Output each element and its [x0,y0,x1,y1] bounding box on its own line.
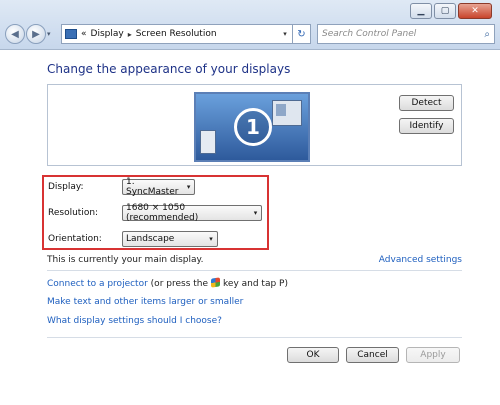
refresh-icon: ↻ [297,28,306,40]
search-icon[interactable]: ⌕ [484,29,490,40]
monitor-1-thumbnail[interactable]: 1 [194,92,310,162]
resolution-select-value: 1680 × 1050 (recommended) [126,203,199,223]
page-title: Change the appearance of your displays [47,62,291,76]
breadcrumb-screen-resolution[interactable]: Screen Resolution [136,29,217,39]
orientation-select-value: Landscape [126,234,175,244]
apply-button[interactable]: Apply [406,347,460,363]
control-panel-icon [65,29,77,39]
ok-button[interactable]: OK [287,347,339,363]
breadcrumb-separator-icon[interactable]: ▸ [128,30,132,39]
detect-button[interactable]: Detect [399,95,454,111]
forward-arrow-icon: ▶ [32,28,40,40]
window-thumbnail-icon [272,100,302,126]
back-button[interactable]: ◀ [5,24,25,44]
minimize-button[interactable]: ▁ [410,3,432,19]
gadget-thumbnail-icon [200,130,216,154]
identify-button[interactable]: Identify [399,118,454,134]
maximize-button[interactable]: ▢ [434,3,456,19]
close-button[interactable]: ✕ [458,3,492,19]
refresh-button[interactable]: ↻ [293,24,311,44]
advanced-settings-link[interactable]: Advanced settings [379,255,462,265]
maximize-icon: ▢ [440,6,450,16]
chevron-down-icon: ▾ [47,30,51,38]
search-box[interactable]: Search Control Panel ⌕ [317,24,495,44]
resolution-select[interactable]: 1680 × 1050 (recommended) ▾ [122,203,262,223]
projector-hint-text: (or press the [150,279,209,289]
main-display-note: This is currently your main display. [47,255,204,265]
minimize-icon: ▁ [417,6,425,16]
address-bar[interactable]: « Display ▸ Screen Resolution ▾ [61,24,293,44]
breadcrumb-display[interactable]: Display [91,29,124,39]
display-select[interactable]: 1. SyncMaster ▾ [122,177,195,197]
navigation-bar: ◀ ▶ ▾ « Display ▸ Screen Resolution ▾ ↻ … [5,23,495,45]
chevron-down-icon: ▾ [253,209,258,217]
resolution-label: Resolution: [48,208,99,218]
caption-buttons: ▁ ▢ ✕ [410,3,492,19]
cancel-button[interactable]: Cancel [346,347,399,363]
divider [47,337,462,338]
address-dropdown-icon[interactable]: ▾ [278,25,292,43]
divider [47,270,462,271]
back-arrow-icon: ◀ [11,28,19,40]
orientation-select[interactable]: Landscape ▾ [122,231,218,247]
breadcrumb-overflow[interactable]: « [81,29,87,39]
chevron-down-icon: ▾ [186,183,191,191]
window-chrome: ▁ ▢ ✕ ◀ ▶ ▾ « Display ▸ Screen Resolutio… [0,0,500,50]
orientation-label: Orientation: [48,234,102,244]
close-icon: ✕ [471,6,479,16]
text-size-link[interactable]: Make text and other items larger or smal… [47,297,243,307]
connect-projector-link[interactable]: Connect to a projector [47,279,148,289]
monitor-number-badge: 1 [234,108,272,146]
projector-hint-text-end: key and tap P) [223,279,288,289]
search-input[interactable]: Search Control Panel [322,29,416,39]
recent-pages-dropdown[interactable]: ▾ [47,30,57,38]
display-select-value: 1. SyncMaster [126,177,179,197]
projector-row: Connect to a projector (or press the key … [47,277,288,289]
forward-button[interactable]: ▶ [26,24,46,44]
display-help-link[interactable]: What display settings should I choose? [47,316,222,326]
chevron-down-icon: ▾ [209,235,213,243]
display-label: Display: [48,182,84,192]
display-preview-area: 1 Detect Identify [47,84,462,166]
windows-logo-icon [211,277,221,288]
